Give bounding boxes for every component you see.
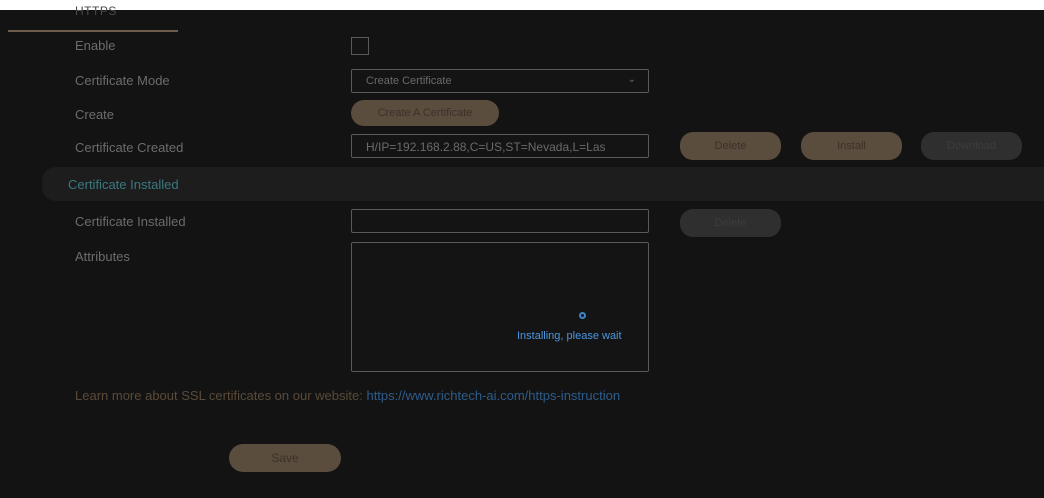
enable-label: Enable <box>75 38 116 53</box>
certificate-mode-value: Create Certificate <box>366 75 452 87</box>
certificate-installed-label: Certificate Installed <box>75 214 186 229</box>
download-button[interactable]: Download <box>921 132 1022 160</box>
learn-more-label: Learn more about SSL certificates on our… <box>75 388 363 403</box>
https-tab[interactable]: HTTPS <box>75 4 117 18</box>
https-instruction-link[interactable]: https://www.richtech-ai.com/https-instru… <box>366 388 620 403</box>
learn-more-text: Learn more about SSL certificates on our… <box>75 388 620 403</box>
certificate-created-label: Certificate Created <box>75 140 184 155</box>
attributes-label: Attributes <box>75 249 130 264</box>
certificate-mode-select[interactable]: Create Certificate ⌄ <box>351 69 649 93</box>
certificate-installed-section-bar <box>42 167 1044 201</box>
certificate-installed-section-title: Certificate Installed <box>68 177 179 192</box>
loading-spinner-icon <box>579 312 586 319</box>
enable-checkbox[interactable] <box>351 37 369 55</box>
install-button[interactable]: Install <box>801 132 902 160</box>
certificate-mode-label: Certificate Mode <box>75 73 170 88</box>
save-button[interactable]: Save <box>229 444 341 472</box>
certificate-created-field[interactable]: H/IP=192.168.2.88,C=US,ST=Nevada,L=Las <box>351 134 649 158</box>
loading-text: Installing, please wait <box>517 330 622 342</box>
delete-certificate-button[interactable]: Delete <box>680 132 781 160</box>
tab-underline <box>8 30 178 32</box>
create-certificate-button[interactable]: Create A Certificate <box>351 100 499 126</box>
certificate-installed-field[interactable] <box>351 209 649 233</box>
attributes-textarea[interactable] <box>351 242 649 372</box>
top-bar <box>0 0 1044 10</box>
chevron-down-icon: ⌄ <box>627 74 636 85</box>
delete-installed-button[interactable]: Delete <box>680 209 781 237</box>
create-label: Create <box>75 107 115 122</box>
